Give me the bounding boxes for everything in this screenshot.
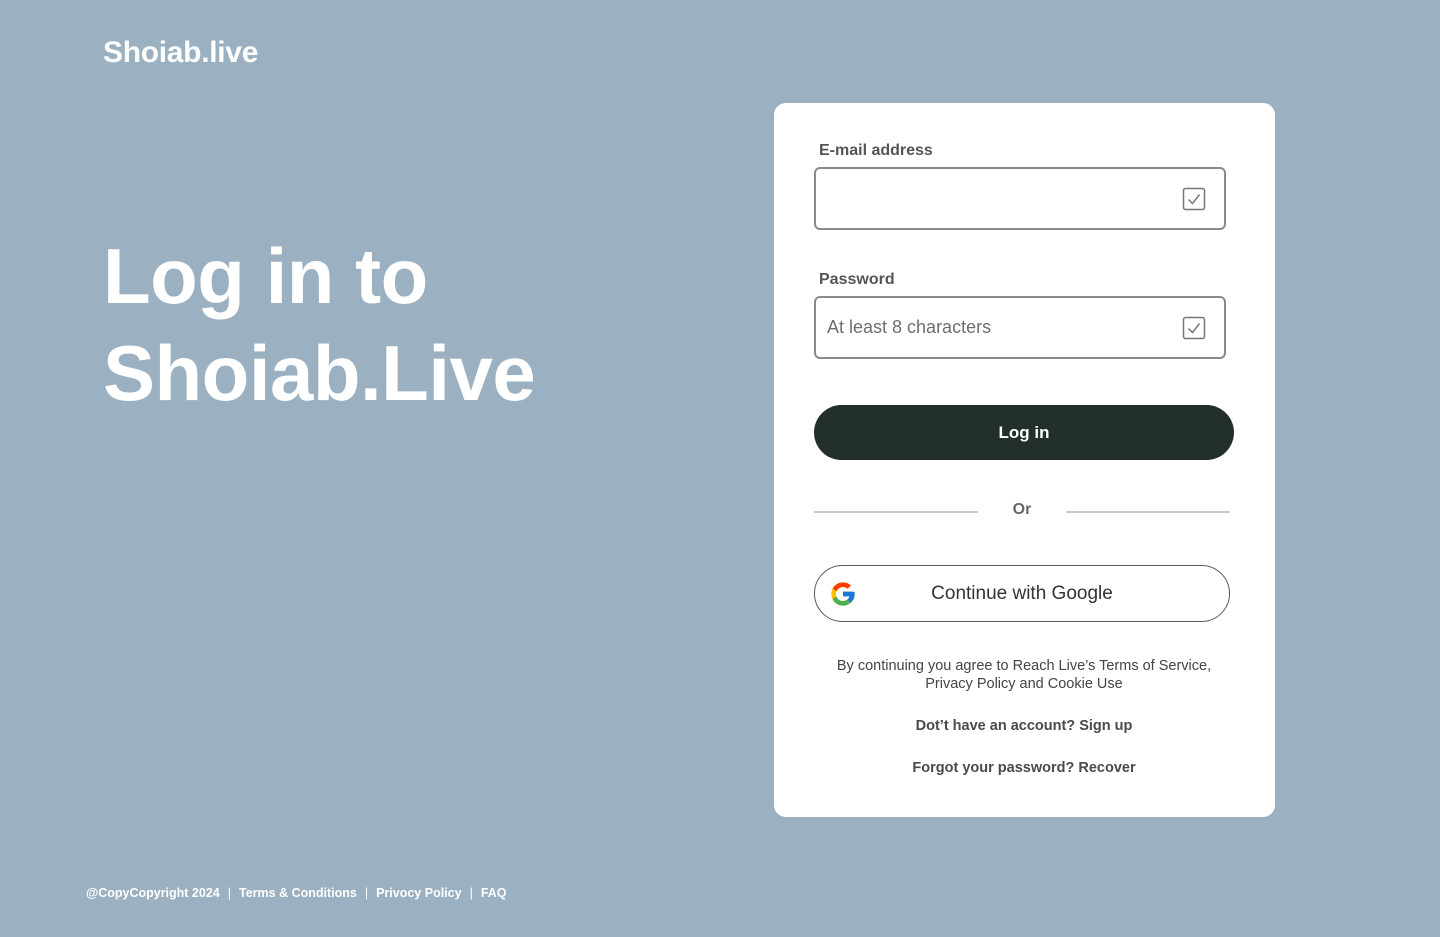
footer-separator: | xyxy=(227,886,231,900)
divider-or-text: Or xyxy=(1012,501,1032,518)
password-input[interactable] xyxy=(827,298,1167,357)
password-field-box[interactable] xyxy=(814,296,1226,359)
footer-link-faq[interactable]: FAQ xyxy=(481,886,507,900)
checkbox-check-icon[interactable] xyxy=(1182,187,1206,211)
hero-line-1: Log in to xyxy=(103,232,428,320)
hero-line-2: Shoiab.Live xyxy=(103,329,536,417)
recover-password-link[interactable]: Forgot your password? Recover xyxy=(814,760,1234,776)
checkbox-check-icon[interactable] xyxy=(1182,316,1206,340)
password-label: Password xyxy=(819,271,895,288)
google-signin-button[interactable]: Continue with Google xyxy=(814,565,1230,622)
footer-copyright: @CopyCopyright 2024 xyxy=(86,886,220,900)
google-button-label: Continue with Google xyxy=(931,583,1113,604)
login-button[interactable]: Log in xyxy=(814,405,1234,460)
divider-right xyxy=(1066,511,1230,513)
footer-separator: | xyxy=(469,886,473,900)
footer: @CopyCopyright 2024 | Terms & Conditions… xyxy=(86,886,507,900)
signup-link[interactable]: Dot’t have an account? Sign up xyxy=(814,718,1234,734)
footer-separator: | xyxy=(364,886,369,900)
email-label: E-mail address xyxy=(819,142,933,159)
email-input[interactable] xyxy=(827,169,1167,228)
footer-link-privacy[interactable]: Privocy Policy xyxy=(376,886,461,900)
brand-logo[interactable]: Shoiab.live xyxy=(103,36,258,70)
login-card: E-mail address Password Log in Or Contin… xyxy=(774,103,1275,817)
divider-left xyxy=(814,511,978,513)
email-field-box[interactable] xyxy=(814,167,1226,230)
terms-notice: By continuing you agree to Reach Live’s … xyxy=(836,658,1212,692)
hero-heading: Log in to Shoiab.Live xyxy=(103,228,536,422)
footer-link-terms[interactable]: Terms & Conditions xyxy=(239,886,357,900)
